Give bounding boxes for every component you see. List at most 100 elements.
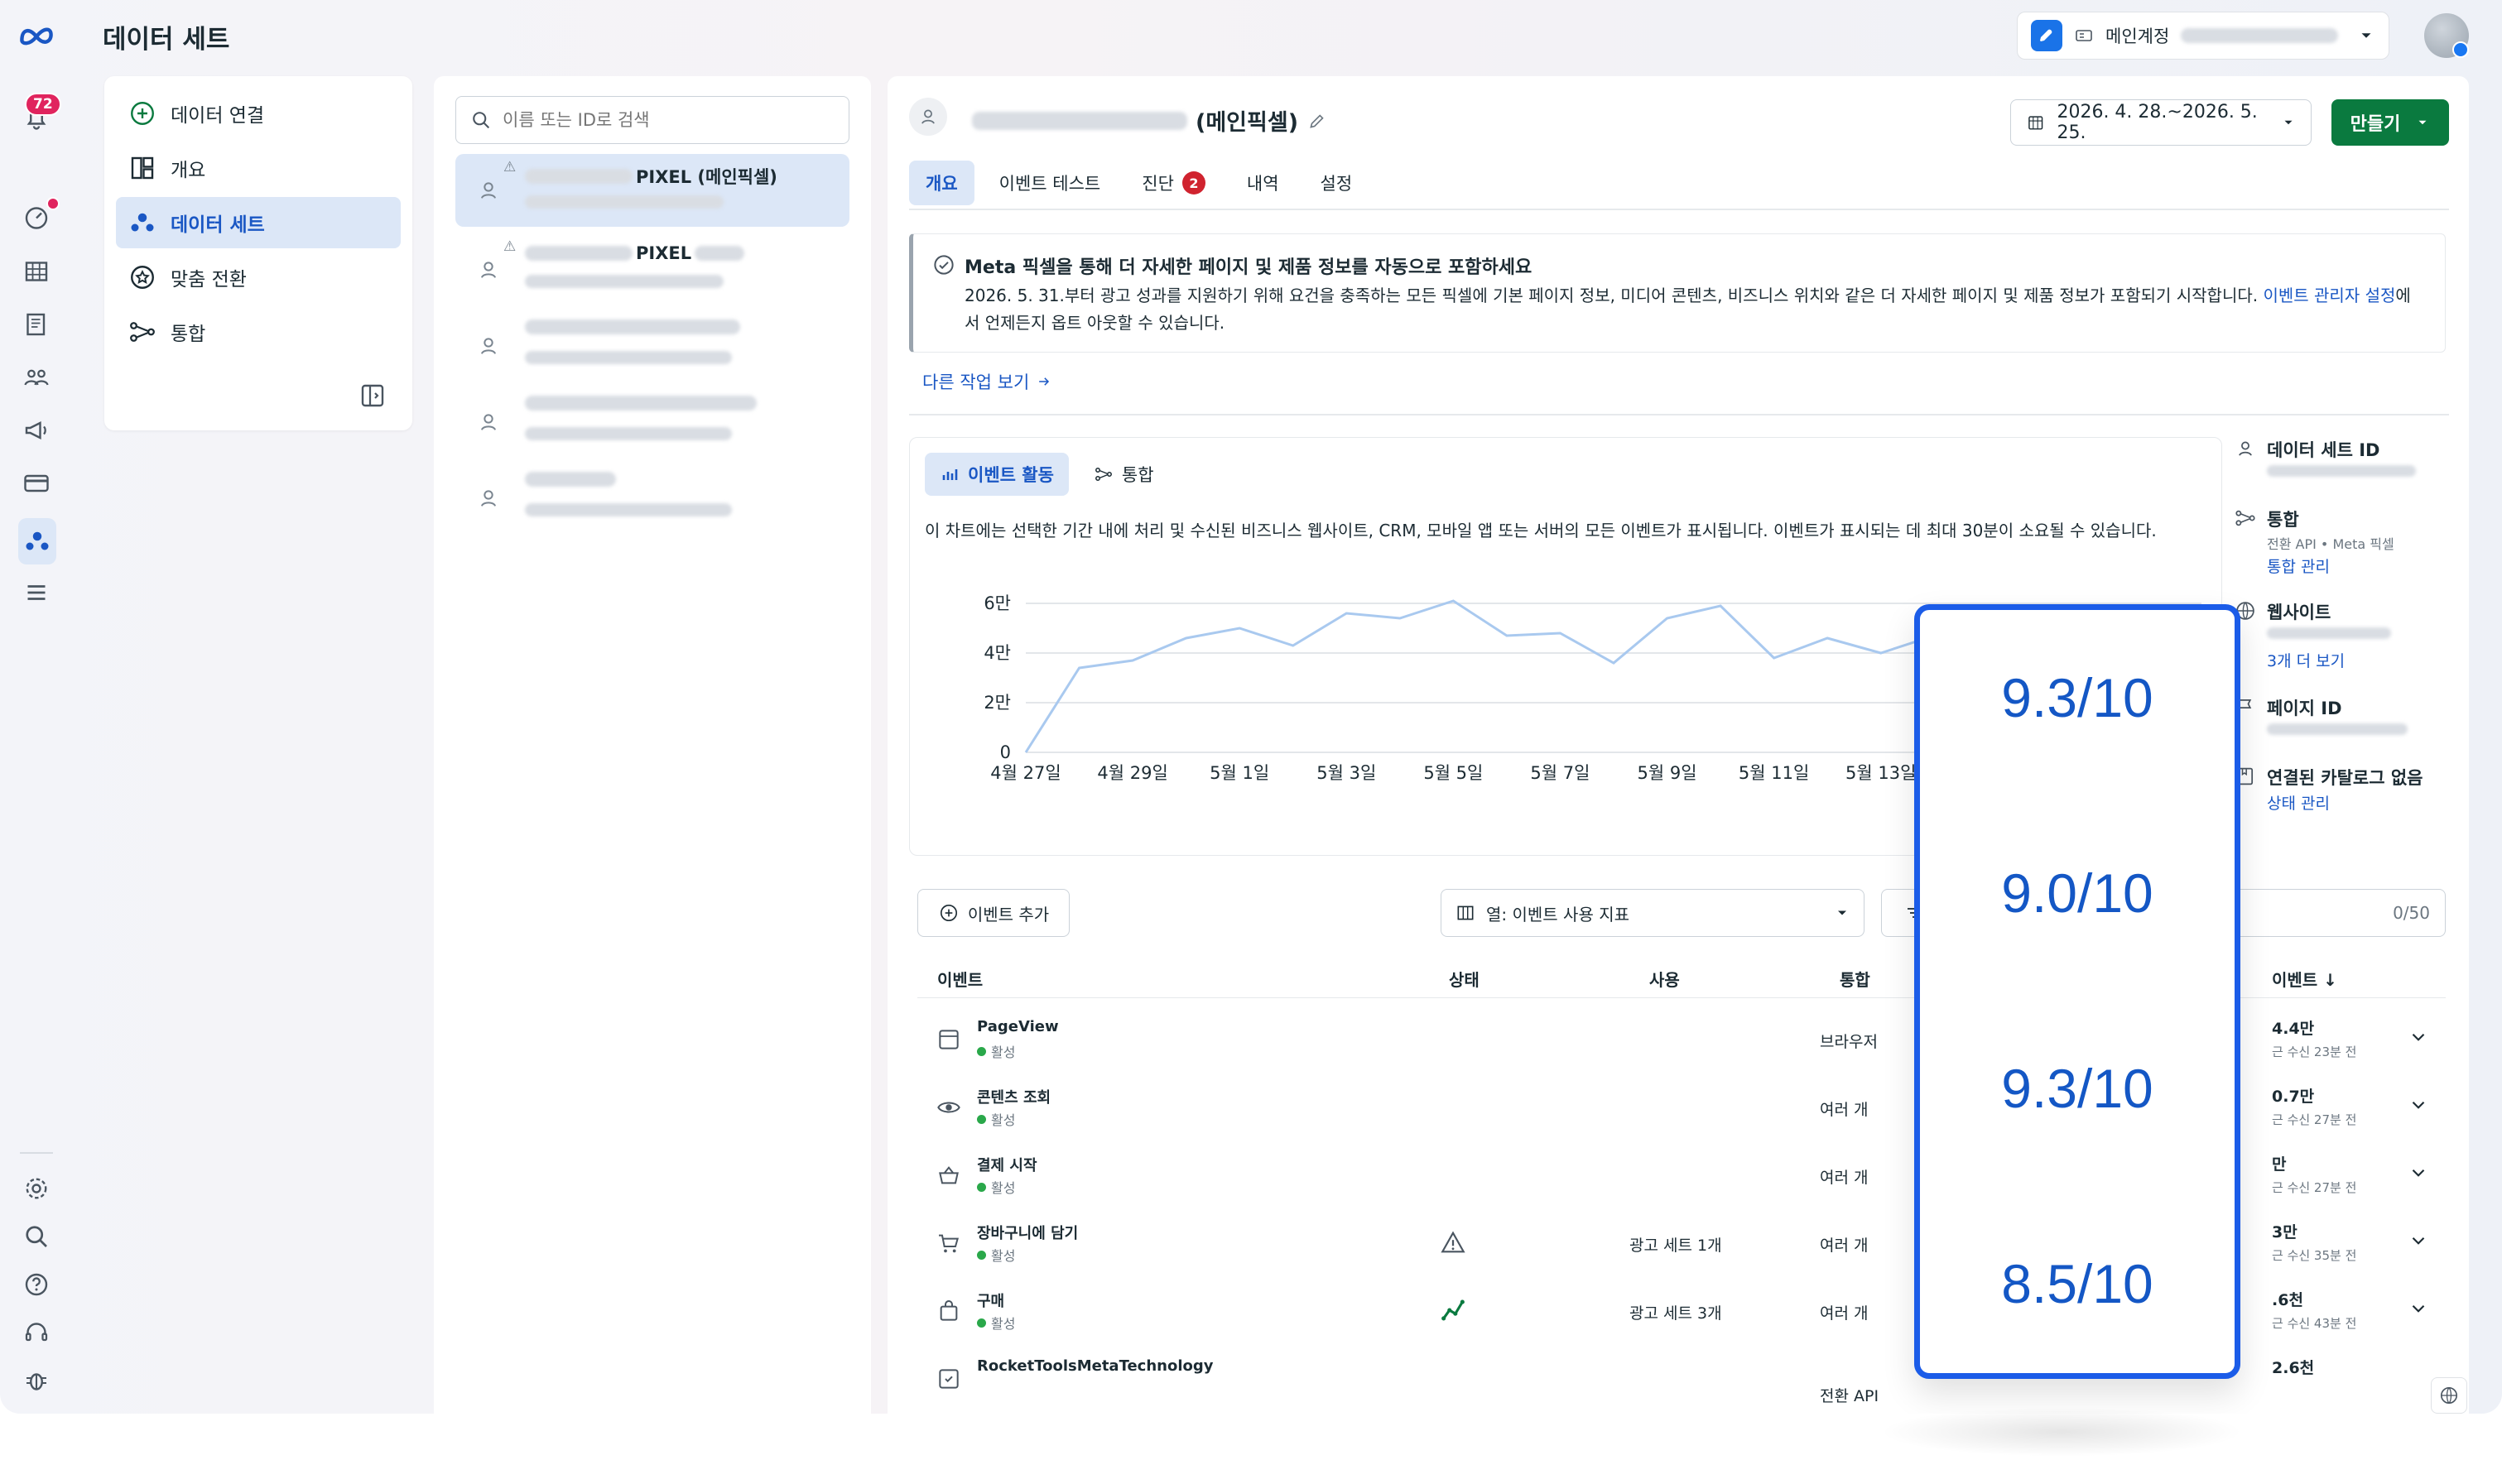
tab-overview[interactable]: 개요 — [909, 161, 974, 205]
expand-chevron-icon[interactable] — [2408, 1298, 2429, 1319]
create-button[interactable]: 만들기 — [2331, 99, 2449, 146]
dataset-search[interactable] — [455, 96, 849, 144]
catalog-title: 연결된 카탈로그 없음 — [2267, 768, 2423, 788]
event-last-received: 근 수신 35분 전 — [2272, 1248, 2357, 1263]
more-actions-link[interactable]: 다른 작업 보기 — [922, 369, 1052, 394]
tab-event-activity[interactable]: 이벤트 활동 — [925, 453, 1069, 496]
page-id-redacted — [2267, 723, 2408, 735]
tab-settings[interactable]: 설정 — [1304, 161, 1369, 205]
tab-diagnostics[interactable]: 진단 2 — [1125, 161, 1222, 205]
tabs-divider — [909, 209, 2449, 210]
event-status: 활성 — [977, 1245, 1015, 1265]
account-name-redacted — [2181, 28, 2339, 43]
event-integration: 여러 개 — [1820, 1304, 1869, 1323]
help-icon[interactable] — [18, 1266, 55, 1303]
dataset-id-redacted — [525, 195, 724, 212]
dataset-item[interactable] — [455, 310, 849, 382]
nav-item-custom-conversions[interactable]: 맞춤 전환 — [116, 252, 401, 303]
y-tick-label: 2만 — [984, 693, 1011, 713]
manage-integrations-link[interactable]: 통합 관리 — [2267, 555, 2330, 577]
event-name: PageView — [977, 1018, 1059, 1035]
table-icon[interactable] — [18, 253, 55, 290]
event-count: 0.7만 — [2272, 1088, 2315, 1106]
expand-chevron-icon[interactable] — [2408, 1094, 2429, 1116]
redacted-text — [525, 396, 757, 411]
search-input[interactable] — [503, 110, 834, 130]
header-usage[interactable]: 사용 — [1649, 967, 1680, 991]
collapse-panel-icon[interactable] — [358, 381, 387, 411]
active-dot — [977, 1250, 986, 1260]
page-id-block: 페이지 ID — [2234, 695, 2457, 745]
rocket-icon — [2031, 20, 2062, 51]
facebook-badge-icon — [2452, 41, 2469, 58]
manage-status-link[interactable]: 상태 관리 — [2267, 791, 2330, 814]
dataset-list-panel: ⚠ PIXEL (메인픽셀) ⚠ PIXEL — [434, 76, 871, 1414]
create-label: 만들기 — [2350, 114, 2401, 135]
menu-icon[interactable] — [18, 574, 55, 611]
dataset-item[interactable]: ⚠ PIXEL — [455, 233, 849, 306]
bar-chart-icon — [942, 469, 958, 480]
expand-chevron-icon[interactable] — [2408, 1230, 2429, 1251]
nav-item-datasets[interactable]: 데이터 세트 — [116, 197, 401, 248]
gear-icon[interactable] — [18, 1170, 55, 1207]
notice-body-text: 2026. 5. 31.부터 광고 성과를 지원하기 위해 요건을 충족하는 모… — [965, 286, 2264, 305]
tab-label: 진단 — [1142, 174, 1174, 194]
trend-icon[interactable] — [1439, 1296, 1467, 1324]
more-websites-link[interactable]: 3개 더 보기 — [2267, 649, 2345, 671]
event-integration: 전환 API — [1820, 1387, 1879, 1405]
header-events-sorted[interactable]: 이벤트 ↓ — [2272, 967, 2337, 991]
add-event-button[interactable]: 이벤트 추가 — [917, 889, 1070, 937]
event-status: 활성 — [977, 1313, 1015, 1333]
nav-item-overview[interactable]: 개요 — [116, 142, 401, 194]
redacted-text — [525, 169, 633, 184]
bag-icon — [940, 1300, 958, 1321]
warning-icon[interactable] — [1439, 1228, 1467, 1256]
event-last-received: 근 수신 27분 전 — [2272, 1112, 2357, 1127]
megaphone-icon[interactable] — [18, 412, 55, 449]
integration-block: 통합 전환 API • Meta 픽셀 통합 관리 — [2234, 507, 2457, 581]
dataset-item[interactable] — [455, 386, 849, 459]
meta-logo-icon[interactable] — [18, 17, 55, 53]
account-switcher[interactable]: 메인계정 — [2017, 12, 2389, 60]
tab-chart-integrations[interactable]: 통합 — [1079, 453, 1169, 496]
search-icon[interactable] — [18, 1218, 55, 1255]
tab-history[interactable]: 내역 — [1230, 161, 1296, 205]
overlay-shadow — [1879, 1407, 2244, 1457]
headset-icon[interactable] — [18, 1314, 55, 1351]
chevron-down-icon — [1838, 910, 1846, 915]
dataset-item[interactable] — [455, 462, 849, 535]
notice-body: 2026. 5. 31.부터 광고 성과를 지원하기 위해 요건을 충족하는 모… — [965, 282, 2422, 337]
event-manager-settings-link[interactable]: 이벤트 관리자 설정 — [2263, 286, 2395, 305]
expand-chevron-icon[interactable] — [2408, 1162, 2429, 1184]
nav-item-label: 개요 — [171, 160, 206, 181]
expand-chevron-icon[interactable] — [2408, 1026, 2429, 1048]
page-icon — [939, 1030, 959, 1049]
people-icon[interactable] — [18, 359, 55, 396]
nav-item-integrations[interactable]: 통합 — [116, 306, 401, 358]
x-tick-label: 5월 7일 — [1530, 763, 1590, 783]
header-integration[interactable]: 통합 — [1840, 967, 1870, 991]
score-value: 9.3/10 — [2001, 1058, 2153, 1119]
nav-item-connect-data[interactable]: 데이터 연결 — [116, 88, 401, 139]
layout-icon — [131, 156, 154, 180]
dataset-rail-icon[interactable] — [18, 518, 56, 564]
document-icon[interactable] — [18, 306, 55, 343]
pencil-icon[interactable] — [1306, 110, 1328, 132]
bug-icon[interactable] — [18, 1362, 55, 1399]
account-label: 메인계정 — [2105, 26, 2170, 46]
columns-select[interactable]: 열: 이벤트 사용 지표 — [1441, 889, 1864, 937]
header-status[interactable]: 상태 — [1449, 967, 1480, 991]
header-event[interactable]: 이벤트 — [937, 967, 983, 991]
dataset-name-text: PIXEL (메인픽셀) — [636, 167, 777, 187]
dataset-item[interactable]: ⚠ PIXEL (메인픽셀) — [455, 154, 849, 227]
search-icon — [473, 112, 490, 129]
chart-tab-label: 통합 — [1121, 465, 1154, 485]
language-globe-icon[interactable] — [2431, 1377, 2467, 1414]
card-icon[interactable] — [18, 465, 55, 502]
notice-title: Meta 픽셀을 통해 더 자세한 페이지 및 제품 정보를 자동으로 포함하세… — [965, 257, 1532, 278]
dataset-icon — [481, 182, 496, 199]
date-range-picker[interactable]: 2026. 4. 28.~2026. 5. 25. — [2010, 99, 2312, 146]
active-dot — [977, 1182, 986, 1192]
tab-test-events[interactable]: 이벤트 테스트 — [983, 161, 1118, 205]
calendar-icon — [2028, 116, 2043, 130]
